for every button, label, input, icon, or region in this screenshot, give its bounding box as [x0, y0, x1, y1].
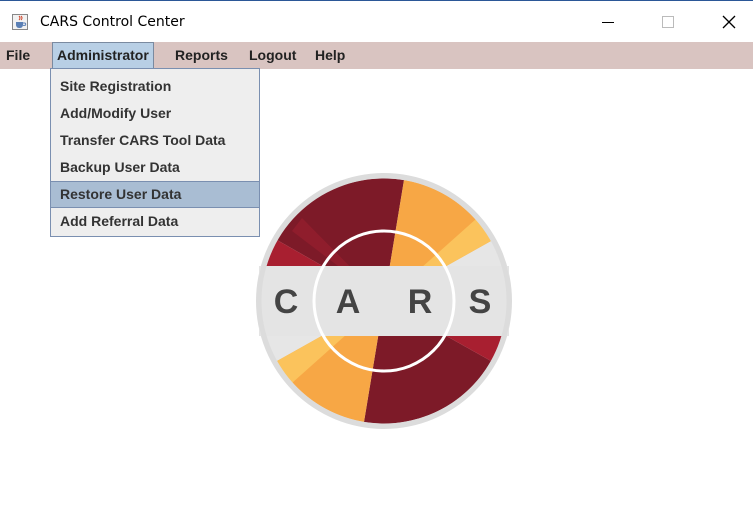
logo-letter-c: C [274, 283, 299, 321]
logo-letter-a: A [336, 283, 361, 321]
menu-item-backup-user-data[interactable]: Backup User Data [51, 154, 259, 181]
menu-help[interactable]: Help [311, 42, 349, 69]
minimize-icon [602, 22, 614, 23]
close-icon [722, 15, 736, 29]
minimize-button[interactable] [585, 2, 631, 42]
maximize-button[interactable] [645, 2, 691, 42]
menu-item-restore-user-data[interactable]: Restore User Data [51, 181, 259, 208]
title-bar: CARS Control Center [0, 1, 753, 41]
java-cup-icon [12, 14, 28, 30]
logo-letter-r: R [408, 283, 433, 321]
close-button[interactable] [706, 2, 752, 42]
window-title: CARS Control Center [40, 14, 185, 30]
menu-item-add-referral-data[interactable]: Add Referral Data [51, 208, 259, 235]
administrator-dropdown: Site Registration Add/Modify User Transf… [50, 68, 260, 237]
menu-item-add-modify-user[interactable]: Add/Modify User [51, 100, 259, 127]
maximize-icon [662, 16, 674, 28]
menu-administrator[interactable]: Administrator [52, 42, 154, 69]
menu-bar: File Administrator Reports Logout Help [0, 42, 753, 69]
logo-letter-s: S [469, 283, 492, 321]
menu-item-transfer-cars-tool-data[interactable]: Transfer CARS Tool Data [51, 127, 259, 154]
menu-file[interactable]: File [2, 42, 34, 69]
cars-logo: C A R S [256, 173, 512, 429]
menu-item-site-registration[interactable]: Site Registration [51, 73, 259, 100]
menu-logout[interactable]: Logout [245, 42, 300, 69]
menu-reports[interactable]: Reports [171, 42, 232, 69]
